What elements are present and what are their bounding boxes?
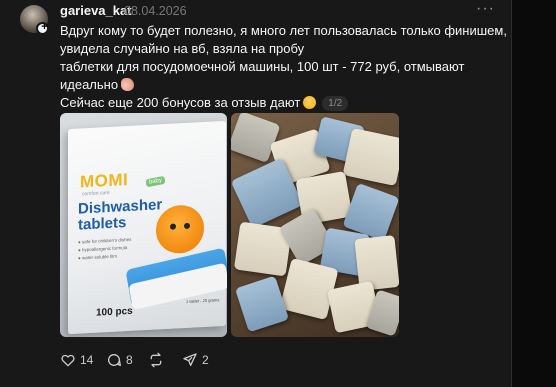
product-brand-subtitle: comfort care bbox=[82, 189, 110, 198]
post-text-line: идеально bbox=[60, 77, 119, 92]
post-text-line: Сейчас еще 200 бонусов за отзыв дают bbox=[60, 95, 301, 110]
smiling-face-emoji-icon bbox=[303, 96, 317, 109]
product-bullet: ● water-soluble film bbox=[78, 253, 117, 261]
product-title-line: tablets bbox=[78, 214, 127, 234]
post-text-line: таблетки для посудомоечной машины, 100 ш… bbox=[60, 59, 465, 74]
comment-count: 8 bbox=[126, 353, 133, 367]
post-card: + garieva_kat 08.04.2026 ··· Вдруг кому … bbox=[0, 0, 511, 387]
like-button[interactable]: 14 bbox=[60, 350, 93, 370]
repost-icon bbox=[150, 352, 162, 368]
post-text: Вдруг кому то будет полезно, я много лет… bbox=[60, 22, 507, 112]
product-brand: MOMI bbox=[80, 169, 129, 192]
post-image-product-box[interactable]: MOMI comfort care baby Dishwasher tablet… bbox=[60, 113, 227, 337]
more-options-icon[interactable]: ··· bbox=[476, 0, 495, 18]
share-button[interactable]: 2 bbox=[182, 350, 209, 370]
follow-plus-icon[interactable]: + bbox=[36, 21, 49, 35]
product-dosage-text: 1 tablet - 20 grams bbox=[186, 297, 220, 304]
post-image-tablets[interactable] bbox=[231, 113, 399, 337]
post-text-line: увидела случайно на вб, взяла на пробу bbox=[60, 41, 305, 56]
nail-polish-emoji-icon bbox=[121, 78, 135, 91]
share-count: 2 bbox=[202, 353, 209, 367]
post-text-line-with-emoji: идеально bbox=[60, 76, 505, 94]
heart-icon bbox=[61, 354, 75, 367]
product-count: 100 pcs bbox=[96, 305, 133, 319]
username[interactable]: garieva_kat bbox=[60, 3, 132, 18]
post-date[interactable]: 08.04.2026 bbox=[124, 4, 187, 18]
repost-button[interactable] bbox=[148, 350, 164, 370]
send-icon bbox=[183, 353, 197, 366]
post-text-line: Вдруг кому то будет полезно, я много лет… bbox=[60, 23, 507, 38]
product-box-illustration: MOMI comfort care baby Dishwasher tablet… bbox=[68, 120, 227, 335]
product-bullets: ● safe for children's dishes ● hypoaller… bbox=[78, 236, 131, 263]
product-badge: baby bbox=[145, 175, 166, 188]
like-count: 14 bbox=[80, 353, 94, 367]
comment-button[interactable]: 8 bbox=[106, 350, 133, 370]
tablet-shape bbox=[342, 127, 399, 187]
tablet-shape bbox=[234, 275, 290, 333]
post-text-line-with-emoji: Сейчас еще 200 бонусов за отзыв дают 1/2 bbox=[60, 94, 505, 112]
image-counter-badge: 1/2 bbox=[322, 96, 349, 111]
orange-mascot-icon bbox=[156, 204, 204, 255]
column-divider bbox=[511, 0, 512, 387]
comment-icon bbox=[108, 354, 121, 366]
